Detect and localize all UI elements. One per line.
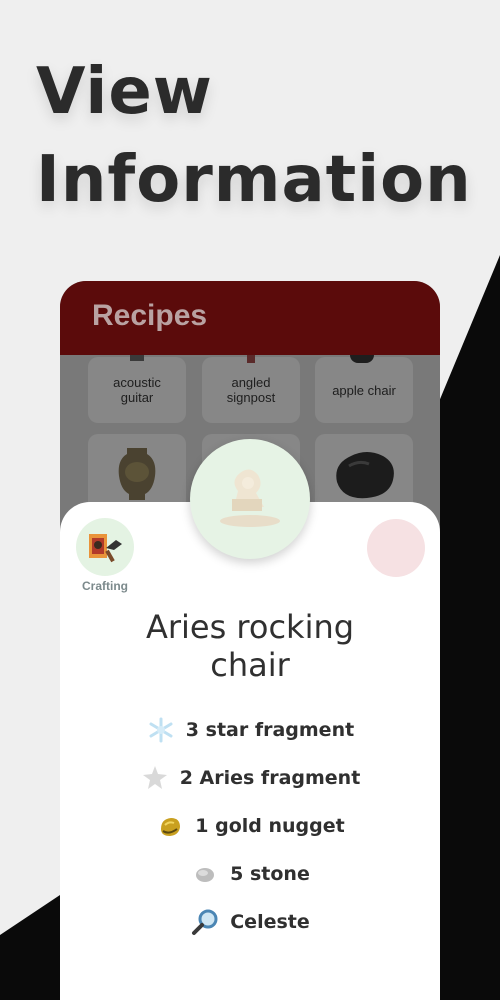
headline-line2: Information <box>36 143 472 217</box>
rock-icon <box>336 452 394 499</box>
material-text: 1 gold nugget <box>195 815 345 837</box>
headline-line1: View <box>36 55 213 129</box>
aries-fragment-icon <box>140 763 170 793</box>
vase-icon <box>118 448 156 500</box>
crafting-button[interactable] <box>76 518 134 576</box>
star-fragment-icon <box>146 715 176 745</box>
gold-nugget-icon <box>155 811 185 841</box>
crafting-icon <box>89 534 122 563</box>
material-row: 2 Aries fragment <box>60 754 440 802</box>
recipe-tile-label: angled signpost <box>226 375 276 405</box>
recipe-tile-acoustic-guitar[interactable]: acoustic guitar <box>88 357 186 423</box>
favorite-button[interactable] <box>367 519 425 577</box>
magnifier-icon <box>190 907 220 937</box>
item-image <box>190 439 310 559</box>
category-label: Crafting <box>82 579 128 593</box>
material-text: 3 star fragment <box>185 719 355 741</box>
material-text: 5 stone <box>230 863 310 885</box>
recipe-tile-angled-signpost[interactable]: angled signpost <box>202 357 300 423</box>
material-row: 1 gold nugget <box>60 802 440 850</box>
material-row: 3 star fragment <box>60 706 440 754</box>
item-name-line2: chair <box>210 646 290 684</box>
item-name: Aries rocking chair <box>60 608 440 684</box>
headline: View Information <box>36 48 472 224</box>
materials-list: 3 star fragment 2 Aries fragment 1 gold … <box>60 706 440 946</box>
recipe-tile-apple-chair[interactable]: apple chair <box>315 357 413 423</box>
stone-icon <box>190 859 220 889</box>
app-header: Recipes <box>60 281 440 355</box>
recipe-tile-label: acoustic guitar <box>113 375 161 405</box>
material-text: Celeste <box>230 911 310 933</box>
material-row: Celeste <box>60 898 440 946</box>
material-row: 5 stone <box>60 850 440 898</box>
app-title: Recipes <box>92 299 208 332</box>
item-name-line1: Aries rocking <box>145 608 355 646</box>
rocking-chair-icon <box>220 469 280 527</box>
recipe-tile-label: apple chair <box>332 382 396 398</box>
material-text: 2 Aries fragment <box>179 767 361 789</box>
